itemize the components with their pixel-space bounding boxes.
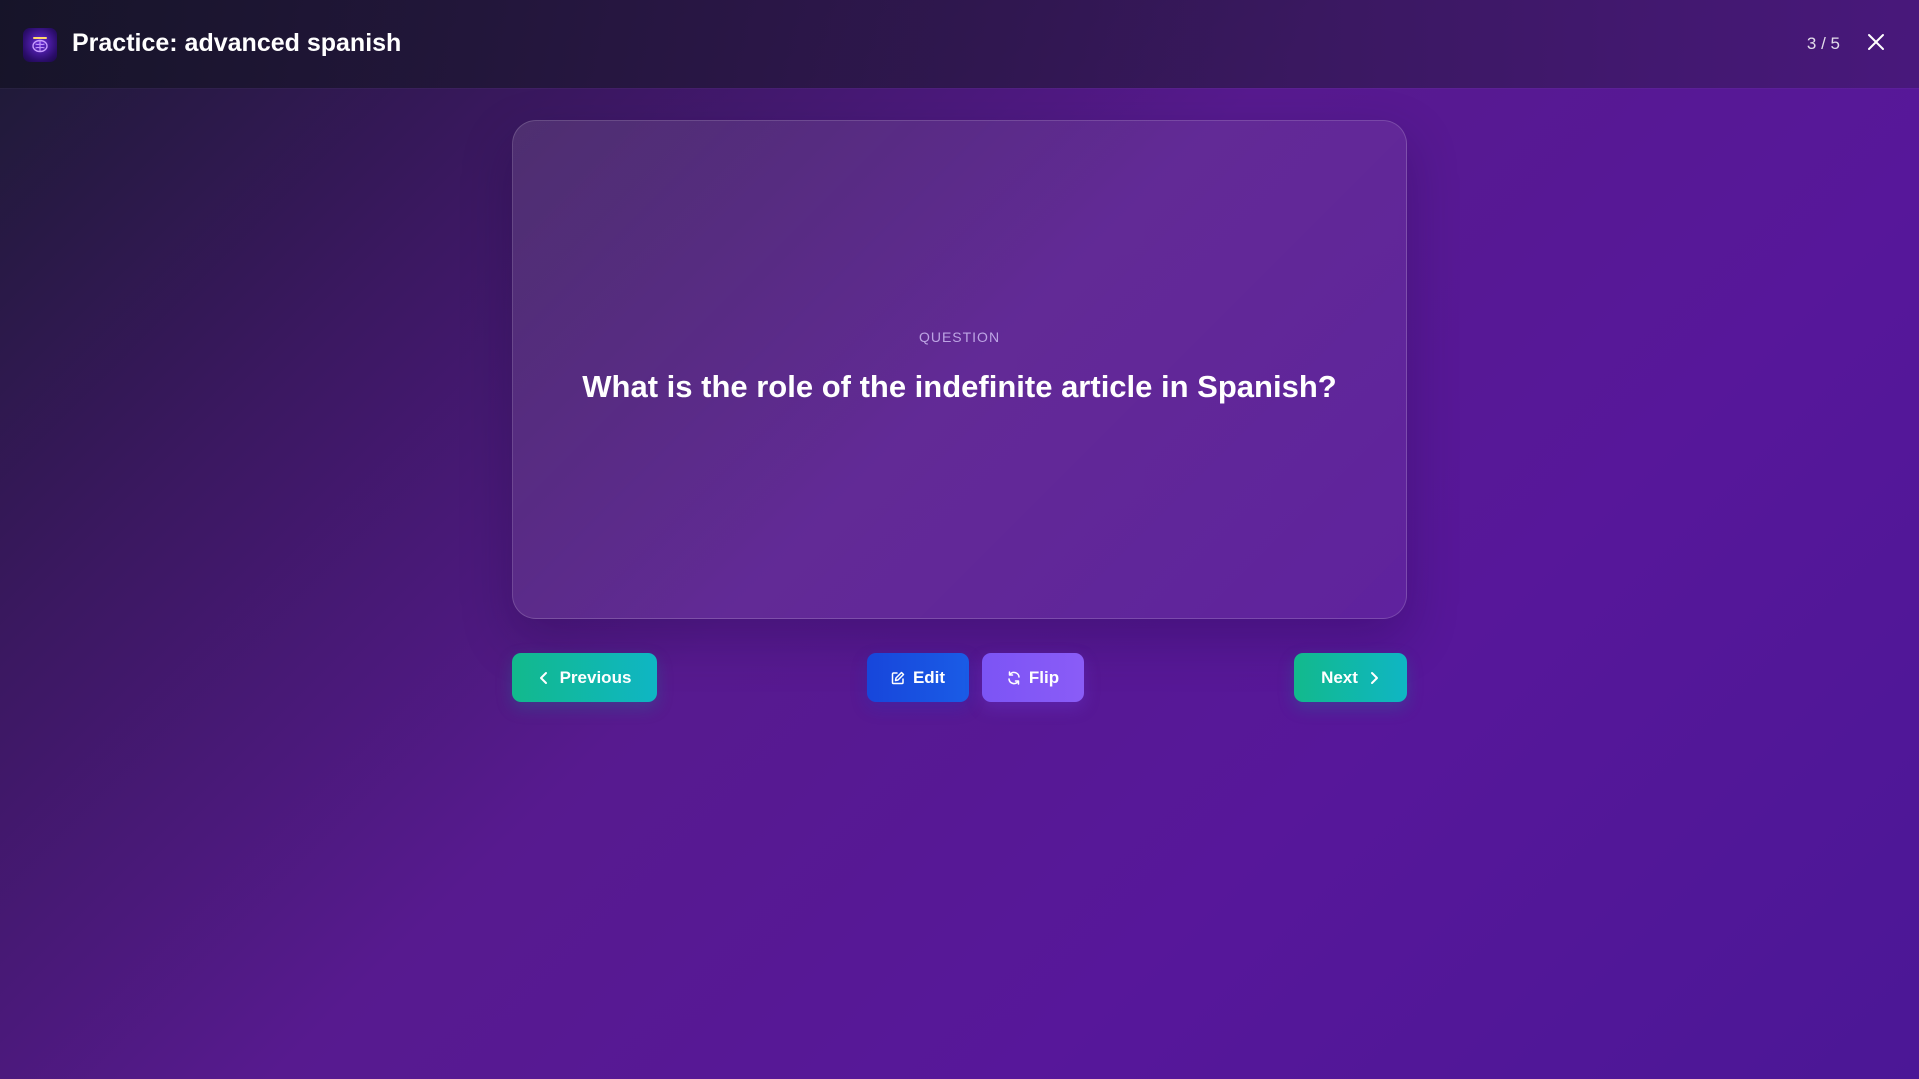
next-button[interactable]: Next — [1294, 653, 1407, 702]
previous-button[interactable]: Previous — [512, 653, 657, 702]
page-title: Practice: advanced spanish — [72, 29, 402, 57]
flashcard[interactable]: QUESTION What is the role of the indefin… — [512, 120, 1407, 619]
edit-button[interactable]: Edit — [867, 653, 969, 702]
brain-icon — [32, 37, 48, 53]
previous-button-label: Previous — [559, 667, 632, 687]
card-progress-counter: 3 / 5 — [1806, 34, 1840, 53]
close-icon — [1868, 34, 1884, 50]
card-question-text: What is the role of the indefinite artic… — [582, 369, 1337, 404]
next-button-label: Next — [1321, 667, 1358, 687]
app-logo — [23, 28, 57, 62]
flip-button-label: Flip — [1028, 667, 1060, 687]
close-button[interactable] — [1863, 29, 1889, 55]
flip-button[interactable]: Flip — [982, 653, 1084, 702]
edit-button-label: Edit — [912, 667, 946, 687]
card-side-label: QUESTION — [918, 329, 1001, 345]
chevron-right-icon — [1368, 670, 1380, 686]
refresh-icon — [1007, 670, 1021, 685]
chevron-left-icon — [538, 670, 550, 686]
top-bar: Practice: advanced spanish 3 / 5 — [0, 0, 1919, 88]
edit-icon — [891, 671, 905, 685]
